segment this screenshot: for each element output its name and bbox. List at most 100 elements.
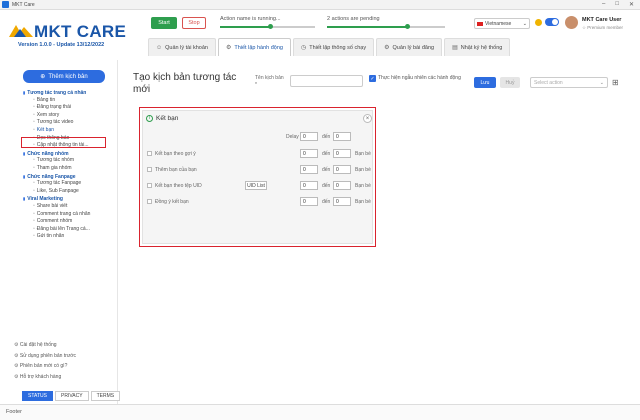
uid-list-button[interactable]: UID List bbox=[245, 181, 267, 190]
pending-status: 2 actions are pending bbox=[327, 16, 380, 22]
from-input[interactable]: 0 bbox=[300, 165, 318, 174]
settings-link[interactable]: Cài đặt hệ thống bbox=[14, 340, 76, 351]
nav-group-groups[interactable]: Chức năng nhóm bbox=[23, 150, 115, 158]
sidebar-footer-links: Cài đặt hệ thống Sử dụng phiên bản trước… bbox=[14, 340, 76, 382]
option-row-friends-of-friends: Thêm bạn của bạn 0 đến 0 Bạn bè bbox=[143, 165, 372, 175]
option-checkbox[interactable] bbox=[147, 183, 152, 188]
chevron-down-icon: ⌄ bbox=[522, 20, 527, 27]
tab-run-params[interactable]: ◷ Thiết lập thông số chạy bbox=[292, 38, 375, 56]
nav-group-viral[interactable]: Viral Marketing bbox=[23, 195, 115, 203]
sidebar-item-post-page[interactable]: Đăng bài lên Trang cá... bbox=[23, 226, 115, 234]
tab-action-setup[interactable]: ⚙ Thiết lập hành động bbox=[217, 38, 291, 56]
option-checkbox[interactable] bbox=[147, 151, 152, 156]
previous-version-link[interactable]: Sử dụng phiên bản trước bbox=[14, 351, 76, 362]
footer-tabs: STATUS PRIVACY TERMS bbox=[22, 391, 121, 401]
user-icon: ☺ bbox=[156, 44, 163, 51]
tab-label: Thiết lập thông số chạy bbox=[309, 44, 367, 51]
main-tabs: ☺ Quản lý tài khoản ⚙ Thiết lập hành động … bbox=[148, 38, 511, 56]
sidebar-item-newsfeed[interactable]: Bảng tin bbox=[23, 97, 115, 105]
app-icon bbox=[2, 1, 9, 8]
tab-system-log[interactable]: ▤ Nhật ký hệ thống bbox=[444, 38, 511, 56]
to-label: đến bbox=[322, 183, 331, 189]
unit-label: Bạn bè bbox=[355, 183, 371, 189]
window-titlebar: MKT Care – □ ✕ bbox=[0, 0, 640, 10]
stop-button[interactable]: Stop bbox=[182, 17, 206, 29]
sidebar-item-video[interactable]: Tương tác video bbox=[23, 119, 115, 127]
tab-label: Nhật ký hệ thống bbox=[460, 44, 503, 51]
add-script-button[interactable]: ⊕ Thêm kịch bản bbox=[23, 70, 105, 83]
from-input[interactable]: 0 bbox=[300, 149, 318, 158]
user-tier: ☆ Premium member bbox=[582, 25, 624, 30]
clock-icon: ◷ bbox=[300, 45, 307, 51]
delay-to-input[interactable]: 0 bbox=[333, 132, 351, 141]
to-label: đến bbox=[322, 134, 331, 140]
script-name-input[interactable] bbox=[290, 75, 363, 87]
select-action-dropdown[interactable]: Select action ⌄ bbox=[530, 77, 608, 88]
delay-from-input[interactable]: 0 bbox=[300, 132, 318, 141]
privacy-tab[interactable]: PRIVACY bbox=[54, 391, 89, 401]
random-checkbox[interactable]: ✓ bbox=[369, 75, 376, 82]
sun-icon[interactable] bbox=[535, 19, 542, 26]
page-title: Tạo kịch bản tương tác mới bbox=[133, 72, 237, 95]
option-label: Kết bạn theo gợi ý bbox=[155, 151, 196, 157]
sidebar-item-view-story[interactable]: Xem story bbox=[23, 112, 115, 120]
to-input[interactable]: 0 bbox=[333, 197, 351, 206]
sidebar-item-group-interact[interactable]: Tương tác nhóm bbox=[23, 157, 115, 165]
unit-label: Bạn bè bbox=[355, 199, 371, 205]
support-link[interactable]: Hỗ trợ khách hàng bbox=[14, 372, 76, 383]
tab-posts[interactable]: ⚙ Quản lý bài đăng bbox=[376, 38, 443, 56]
option-checkbox[interactable] bbox=[147, 199, 152, 204]
start-button[interactable]: Start bbox=[151, 17, 177, 29]
running-progress bbox=[220, 24, 315, 29]
log-icon: ▤ bbox=[452, 45, 458, 51]
tab-account[interactable]: ☺ Quản lý tài khoản bbox=[148, 38, 216, 56]
add-script-label: Thêm kịch bản bbox=[48, 73, 88, 80]
avatar[interactable] bbox=[565, 16, 578, 29]
close-icon[interactable]: × bbox=[363, 114, 372, 123]
sidebar: ⊕ Thêm kịch bản Tương tác trang cá nhân … bbox=[0, 60, 121, 404]
maximize-icon[interactable]: □ bbox=[615, 1, 619, 8]
to-input[interactable]: 0 bbox=[333, 149, 351, 158]
option-checkbox[interactable] bbox=[147, 167, 152, 172]
select-action-placeholder: Select action bbox=[534, 79, 563, 86]
sidebar-nav: Tương tác trang cá nhân Bảng tin Đăng tr… bbox=[23, 89, 115, 241]
delay-row: Delay 0 đến 0 bbox=[143, 132, 372, 142]
sidebar-item-post-status[interactable]: Đăng trạng thái bbox=[23, 104, 115, 112]
option-label: Đồng ý kết bạn bbox=[155, 199, 189, 205]
add-friend-panel: i Kết bạn × Delay 0 đến 0 Kết bạn theo g… bbox=[139, 107, 376, 247]
close-window-icon[interactable]: ✕ bbox=[629, 1, 634, 8]
from-input[interactable]: 0 bbox=[300, 181, 318, 190]
sidebar-item-add-friend[interactable]: Kết bạn bbox=[23, 127, 115, 135]
nav-group-profile[interactable]: Tương tác trang cá nhân bbox=[23, 89, 115, 97]
to-input[interactable]: 0 bbox=[333, 181, 351, 190]
grid-icon[interactable]: ⊞ bbox=[612, 78, 619, 87]
theme-toggle[interactable] bbox=[545, 18, 559, 26]
flag-icon bbox=[477, 21, 483, 26]
sidebar-item-share[interactable]: Share bài viết bbox=[23, 203, 115, 211]
option-row-uid-file: Kết bạn theo tệp UID UID List 0 đến 0 Bạ… bbox=[143, 181, 372, 191]
window-title: MKT Care bbox=[12, 1, 35, 8]
sidebar-item-comment-profile[interactable]: Comment trang cá nhân bbox=[23, 211, 115, 219]
sidebar-item-fanpage-interact[interactable]: Tương tác Fanpage bbox=[23, 180, 115, 188]
sidebar-item-join-group[interactable]: Tham gia nhóm bbox=[23, 165, 115, 173]
option-row-suggested: Kết bạn theo gợi ý 0 đến 0 Bạn bè bbox=[143, 149, 372, 159]
gear-icon: ⚙ bbox=[225, 45, 232, 51]
save-button[interactable]: Lưu bbox=[474, 77, 496, 88]
option-row-accept: Đồng ý kết bạn 0 đến 0 Bạn bè bbox=[143, 197, 372, 207]
gear-icon: ⚙ bbox=[384, 45, 390, 51]
to-label: đến bbox=[322, 199, 331, 205]
minimize-icon[interactable]: – bbox=[602, 1, 605, 8]
sidebar-item-comment-group[interactable]: Comment nhóm bbox=[23, 218, 115, 226]
language-select[interactable]: Vietnamese ⌄ bbox=[474, 18, 530, 29]
sidebar-item-like-sub[interactable]: Like, Sub Fanpage bbox=[23, 188, 115, 196]
terms-tab[interactable]: TERMS bbox=[90, 391, 121, 401]
cancel-button[interactable]: Huỷ bbox=[500, 77, 520, 88]
info-icon: i bbox=[146, 114, 153, 122]
status-tab[interactable]: STATUS bbox=[22, 391, 53, 401]
from-input[interactable]: 0 bbox=[300, 197, 318, 206]
whats-new-link[interactable]: Phiên bản mới có gì? bbox=[14, 361, 76, 372]
sidebar-item-message[interactable]: Gửi tin nhắn bbox=[23, 233, 115, 241]
tab-label: Quản lý tài khoản bbox=[165, 44, 208, 51]
to-input[interactable]: 0 bbox=[333, 165, 351, 174]
nav-group-fanpage[interactable]: Chức năng Fanpage bbox=[23, 173, 115, 181]
